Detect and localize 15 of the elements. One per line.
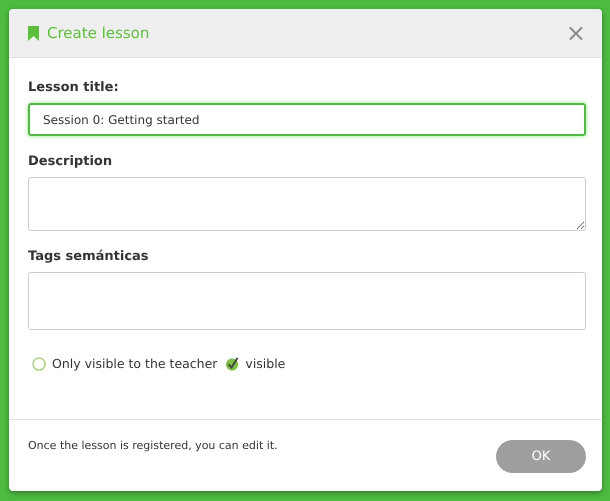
close-button[interactable]: ×	[566, 21, 586, 45]
field-label: Tags semánticas	[28, 249, 150, 264]
text-field[interactable]: Session 0: Getting started	[28, 103, 586, 136]
radio-icon[interactable]	[32, 356, 46, 370]
footer-note: Once the lesson is registered, you can edit it.	[28, 439, 278, 452]
field-label: Description	[28, 154, 114, 169]
dialog-title: Create lesson	[47, 24, 150, 42]
ok-button[interactable]: OK	[496, 440, 586, 473]
text-area[interactable]	[28, 272, 586, 330]
field-label: Lesson title:	[28, 80, 120, 95]
radio-label: visible	[245, 356, 286, 371]
radio-label: Only visible to the teacher	[52, 356, 218, 371]
checked-radio-icon[interactable]	[225, 356, 240, 370]
bookmark-icon	[28, 26, 39, 40]
text-area[interactable]	[28, 177, 586, 231]
